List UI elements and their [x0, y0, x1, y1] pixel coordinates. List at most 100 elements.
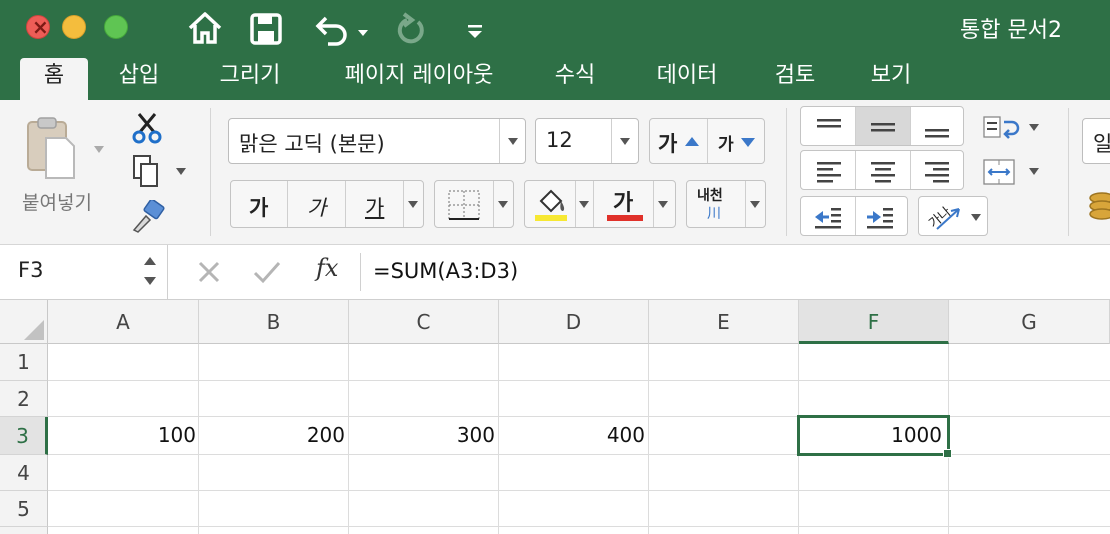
font-size-dropdown-arrow[interactable]: [620, 138, 630, 145]
orientation-dropdown-arrow[interactable]: [971, 214, 981, 221]
decrease-font-size-button[interactable]: 가: [708, 119, 765, 163]
borders-button[interactable]: [434, 180, 514, 228]
vertical-align-group: [800, 106, 964, 146]
tab-page-layout[interactable]: 페이지 레이아웃: [328, 58, 510, 102]
currency-format-icon[interactable]: [1086, 188, 1110, 224]
cell-b3[interactable]: 200: [199, 417, 345, 454]
font-name-dropdown[interactable]: 맑은 고딕 (본문): [228, 118, 526, 164]
fill-handle[interactable]: [943, 449, 952, 458]
name-box[interactable]: F3: [0, 245, 168, 299]
phonetic-dropdown-arrow[interactable]: [750, 201, 760, 208]
close-window-button[interactable]: [26, 15, 50, 39]
row-header-3[interactable]: 3: [0, 417, 48, 455]
customize-quick-access-icon[interactable]: [460, 8, 490, 48]
bold-button[interactable]: 가: [249, 192, 268, 222]
font-color-button[interactable]: 가: [613, 185, 633, 217]
column-header-a[interactable]: A: [48, 300, 199, 344]
tab-view[interactable]: 보기: [858, 58, 924, 102]
number-format-value: 일: [1093, 132, 1110, 156]
minimize-window-button[interactable]: [62, 15, 86, 39]
select-all-triangle-icon: [24, 320, 44, 340]
align-bottom-icon[interactable]: [923, 115, 951, 139]
copy-dropdown-arrow[interactable]: [176, 168, 186, 175]
tab-data[interactable]: 데이터: [642, 58, 732, 102]
align-middle-icon: [871, 123, 895, 132]
merge-cells-icon[interactable]: [982, 158, 1016, 186]
phonetic-glyph-bottom: 川: [707, 206, 721, 222]
orientation-button[interactable]: 가나: [918, 196, 988, 236]
align-middle-button[interactable]: [856, 107, 910, 145]
cell-f3-value: 1000: [891, 423, 942, 447]
confirm-entry-icon[interactable]: [252, 259, 282, 285]
phonetic-glyph-top: 내천: [697, 188, 723, 204]
column-header-c[interactable]: C: [349, 300, 499, 344]
row-header-5[interactable]: 5: [0, 491, 48, 527]
paste-label: 붙여넣기: [22, 192, 92, 214]
zoom-window-button[interactable]: [104, 15, 128, 39]
selected-cell-f3[interactable]: 1000: [797, 415, 950, 456]
tab-home[interactable]: 홈: [20, 58, 88, 102]
row-header-2[interactable]: 2: [0, 381, 48, 417]
redo-icon[interactable]: [390, 8, 430, 48]
column-header-b[interactable]: B: [199, 300, 349, 344]
tab-review[interactable]: 검토: [762, 58, 828, 102]
cell-c3[interactable]: 300: [349, 417, 495, 454]
title-bar: 통합 문서2 홈 삽입 그리기 페이지 레이아웃 수식 데이터 검토 보기: [0, 0, 1110, 102]
align-top-icon[interactable]: [815, 115, 843, 139]
increase-font-size-button[interactable]: 가: [650, 119, 707, 163]
column-header-d[interactable]: D: [499, 300, 649, 344]
column-header-g[interactable]: G: [949, 300, 1110, 344]
orientation-arrow-icon: [936, 208, 960, 230]
copy-icon[interactable]: [130, 154, 162, 190]
align-center-icon[interactable]: [869, 159, 897, 183]
paste-dropdown-arrow[interactable]: [94, 146, 104, 153]
insert-function-button[interactable]: fx: [316, 254, 338, 282]
worksheet-grid: A B C D E F G 1 2 3 4 5 100 200 300 400 …: [0, 300, 1110, 534]
align-right-icon[interactable]: [923, 159, 951, 183]
column-header-f[interactable]: F: [799, 300, 949, 344]
increase-indent-icon[interactable]: [865, 205, 895, 229]
column-header-e[interactable]: E: [649, 300, 799, 344]
merge-cells-dropdown-arrow[interactable]: [1029, 168, 1039, 175]
cut-icon[interactable]: [130, 110, 164, 144]
tab-insert[interactable]: 삽입: [106, 58, 172, 102]
tab-formulas[interactable]: 수식: [542, 58, 608, 102]
name-box-stepper-icon[interactable]: [142, 253, 158, 291]
format-painter-icon[interactable]: [130, 200, 166, 234]
font-size-dropdown[interactable]: 12: [535, 118, 639, 164]
font-size-value: 12: [546, 128, 573, 152]
borders-dropdown-arrow[interactable]: [498, 201, 508, 208]
decrease-font-glyph: 가: [718, 135, 734, 155]
select-all-button[interactable]: [0, 300, 48, 344]
row-header-1[interactable]: 1: [0, 344, 48, 381]
underline-button[interactable]: 가: [365, 192, 384, 222]
number-format-dropdown[interactable]: 일: [1082, 118, 1110, 164]
wrap-text-icon[interactable]: [982, 114, 1022, 144]
decrease-indent-icon[interactable]: [813, 205, 843, 229]
fill-color-icon[interactable]: [533, 185, 569, 221]
name-box-value: F3: [18, 258, 44, 282]
text-style-group: 가 가 가: [230, 180, 424, 228]
phonetic-button[interactable]: 내천 川: [686, 180, 766, 228]
font-color-dropdown-arrow[interactable]: [658, 201, 668, 208]
ribbon: 붙여넣기 맑은 고딕 (본문) 12 가 가 가 가 가 가 내천 川 가나 일: [0, 100, 1110, 245]
save-icon[interactable]: [248, 8, 284, 48]
align-left-icon[interactable]: [815, 159, 843, 183]
row-header-4[interactable]: 4: [0, 455, 48, 491]
arrow-up-icon: [685, 137, 699, 146]
cell-a3[interactable]: 100: [48, 417, 196, 454]
home-icon[interactable]: [186, 8, 224, 48]
cell-d3[interactable]: 400: [499, 417, 645, 454]
tab-draw[interactable]: 그리기: [205, 58, 295, 102]
undo-icon[interactable]: [310, 8, 370, 48]
underline-dropdown-arrow[interactable]: [408, 201, 418, 208]
formula-input[interactable]: =SUM(A3:D3): [373, 259, 518, 283]
formula-divider: [360, 253, 361, 291]
wrap-text-dropdown-arrow[interactable]: [1029, 124, 1039, 131]
font-name-dropdown-arrow[interactable]: [508, 138, 518, 145]
cancel-entry-icon[interactable]: [196, 259, 222, 285]
row-header-6[interactable]: [0, 527, 48, 534]
italic-button[interactable]: 가: [307, 192, 326, 222]
paste-icon[interactable]: [24, 116, 80, 182]
fill-color-dropdown-arrow[interactable]: [579, 201, 589, 208]
